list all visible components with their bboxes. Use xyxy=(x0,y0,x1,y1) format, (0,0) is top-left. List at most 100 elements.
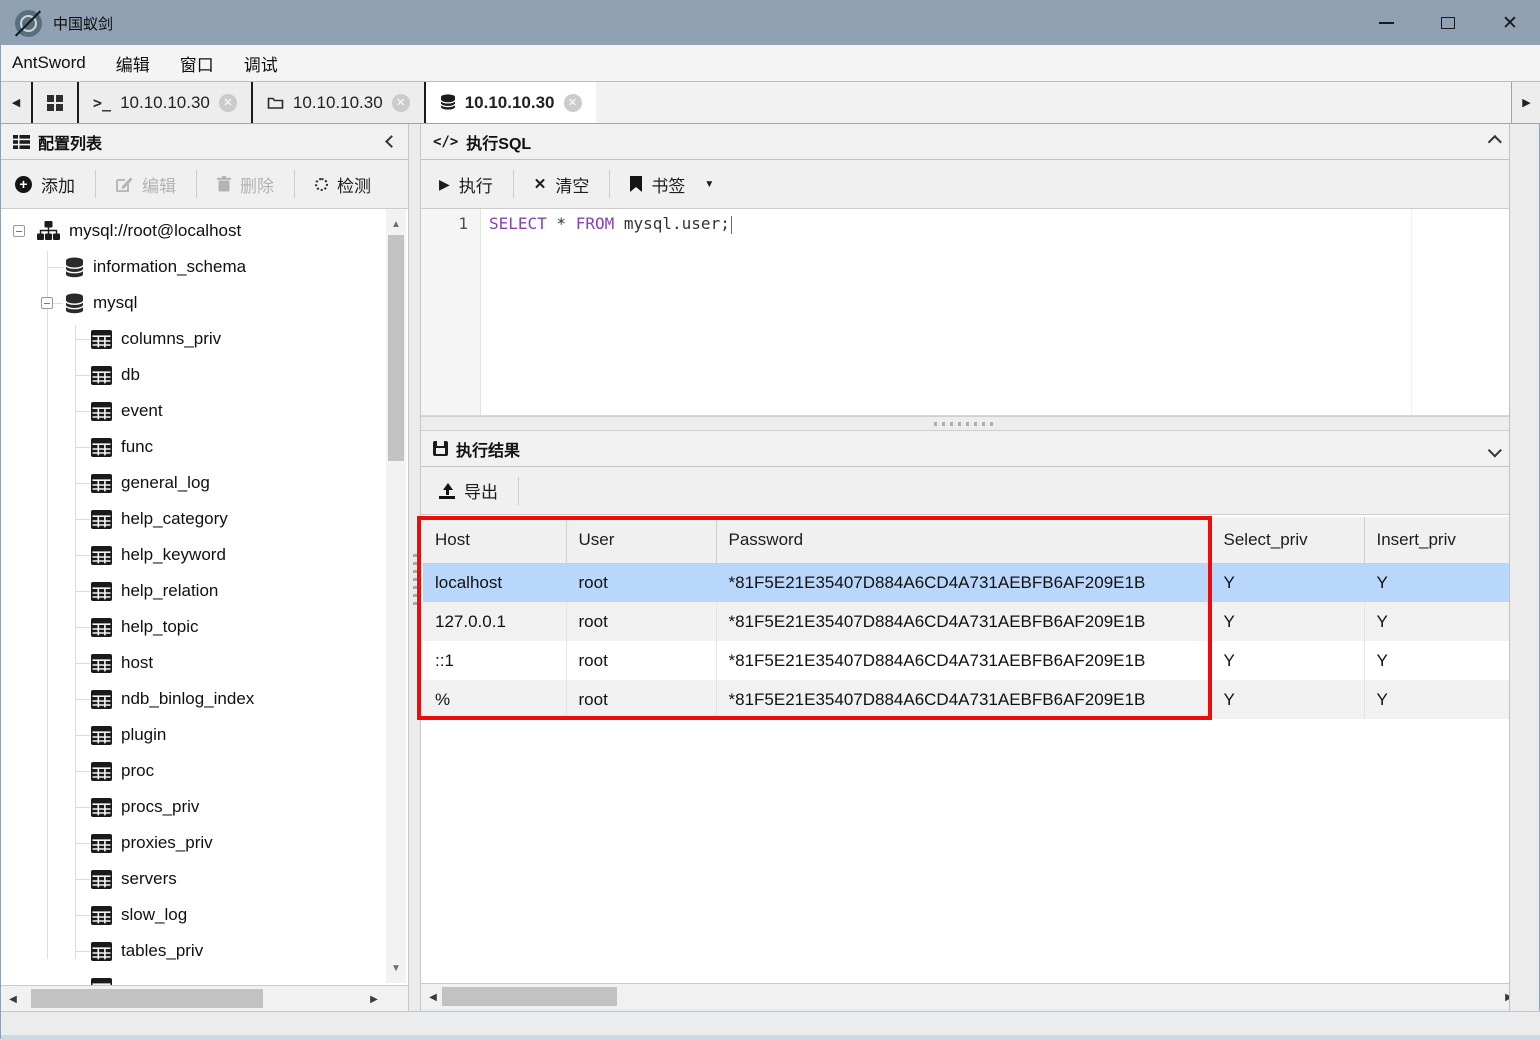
table-row[interactable]: ::1root*81F5E21E35407D884A6CD4A731AEBFB6… xyxy=(423,641,1509,680)
tree-item[interactable]: db xyxy=(1,357,408,393)
scrollbar-thumb[interactable] xyxy=(388,235,404,461)
tree-item[interactable]: ndb_binlog_index xyxy=(1,681,408,717)
tree-expander-icon[interactable] xyxy=(13,225,25,237)
test-button[interactable]: 检测 xyxy=(309,172,377,197)
cell[interactable]: Y xyxy=(1364,602,1509,641)
tree-connector xyxy=(47,267,63,268)
tree-item[interactable]: mysql xyxy=(1,285,408,321)
minimize-button[interactable] xyxy=(1355,1,1417,45)
tab-close-icon[interactable]: ✕ xyxy=(219,94,237,112)
column-header[interactable]: Insert_priv xyxy=(1364,517,1509,563)
editor-code-line[interactable]: SELECT * FROM mysql.user; xyxy=(481,209,1509,415)
menu-edit[interactable]: 编辑 xyxy=(101,45,165,81)
run-button[interactable]: ▶ 执行 xyxy=(433,172,499,197)
right-scrollbar-track[interactable] xyxy=(1509,124,1535,1011)
tree-vertical-scrollbar[interactable]: ▲ ▼ xyxy=(386,209,406,983)
tree-horizontal-scrollbar[interactable]: ◀ ▶ xyxy=(1,985,408,1011)
cell[interactable]: *81F5E21E35407D884A6CD4A731AEBFB6AF209E1… xyxy=(716,602,1211,641)
cell[interactable]: 127.0.0.1 xyxy=(423,602,566,641)
scroll-down-icon[interactable]: ▼ xyxy=(386,959,406,977)
cell[interactable]: ::1 xyxy=(423,641,566,680)
table-row[interactable]: 127.0.0.1root*81F5E21E35407D884A6CD4A731… xyxy=(423,602,1509,641)
tab-database[interactable]: 10.10.10.30 ✕ xyxy=(426,82,596,123)
scrollbar-thumb[interactable] xyxy=(31,989,263,1008)
scroll-up-icon[interactable]: ▲ xyxy=(386,215,406,233)
result-horizontal-scrollbar[interactable]: ◀ ▶ xyxy=(421,983,1533,1009)
column-header[interactable]: Select_priv xyxy=(1211,517,1364,563)
tree-item[interactable]: help_category xyxy=(1,501,408,537)
panel-splitter-vertical[interactable] xyxy=(409,124,421,1011)
cell[interactable]: root xyxy=(566,680,716,719)
tab-close-icon[interactable]: ✕ xyxy=(392,94,410,112)
cell[interactable]: root xyxy=(566,602,716,641)
delete-button[interactable]: 删除 xyxy=(211,172,280,197)
tree-item[interactable]: plugin xyxy=(1,717,408,753)
tab-scroll-right-button[interactable]: ▶ xyxy=(1511,82,1540,123)
cell[interactable]: Y xyxy=(1211,563,1364,602)
cell[interactable]: root xyxy=(566,641,716,680)
tree-item[interactable]: help_keyword xyxy=(1,537,408,573)
menu-window[interactable]: 窗口 xyxy=(165,45,229,81)
maximize-button[interactable] xyxy=(1417,1,1479,45)
bookmark-button[interactable]: 书签 ▼ xyxy=(624,172,720,197)
sql-editor[interactable]: 1 SELECT * FROM mysql.user; xyxy=(421,209,1509,416)
cell[interactable]: % xyxy=(423,680,566,719)
tree-item[interactable]: servers xyxy=(1,861,408,897)
tab-home[interactable] xyxy=(31,82,79,123)
tree-item[interactable]: func xyxy=(1,429,408,465)
menu-antsword[interactable]: AntSword xyxy=(1,45,101,81)
tree-expander-icon[interactable] xyxy=(41,297,53,309)
clear-button[interactable]: ✕ 清空 xyxy=(528,172,596,197)
scroll-left-icon[interactable]: ◀ xyxy=(3,986,23,1012)
tab-close-icon[interactable]: ✕ xyxy=(564,94,582,112)
cell[interactable]: Y xyxy=(1211,680,1364,719)
tree-item[interactable]: general_log xyxy=(1,465,408,501)
cell[interactable]: Y xyxy=(1364,680,1509,719)
collapse-down-icon[interactable] xyxy=(1488,443,1502,457)
collapse-up-icon[interactable] xyxy=(1488,134,1502,148)
panel-splitter-horizontal[interactable] xyxy=(421,416,1509,431)
cell[interactable]: Y xyxy=(1364,641,1509,680)
close-button[interactable]: ✕ xyxy=(1479,1,1540,45)
caret-down-icon[interactable]: ▼ xyxy=(704,179,714,190)
tree-item[interactable]: event xyxy=(1,393,408,429)
column-header[interactable]: User xyxy=(566,517,716,563)
tree-item[interactable]: tables_priv xyxy=(1,933,408,969)
tab-terminal[interactable]: >_ 10.10.10.30 ✕ xyxy=(79,82,253,123)
menu-debug[interactable]: 调试 xyxy=(229,45,293,81)
tree-item[interactable]: mysql://root@localhost xyxy=(1,213,408,249)
column-header[interactable]: Host xyxy=(423,517,566,563)
tree-item[interactable]: procs_priv xyxy=(1,789,408,825)
add-button[interactable]: + 添加 xyxy=(9,172,81,197)
tree-item[interactable] xyxy=(1,969,408,985)
tree-item[interactable]: help_relation xyxy=(1,573,408,609)
cell[interactable]: localhost xyxy=(423,563,566,602)
cell[interactable]: *81F5E21E35407D884A6CD4A731AEBFB6AF209E1… xyxy=(716,680,1211,719)
cell[interactable]: Y xyxy=(1211,602,1364,641)
cell[interactable]: Y xyxy=(1364,563,1509,602)
collapse-sidebar-icon[interactable] xyxy=(385,135,398,148)
table-row[interactable]: localhostroot*81F5E21E35407D884A6CD4A731… xyxy=(423,563,1509,602)
tab-scroll-left-button[interactable]: ◀ xyxy=(1,82,31,123)
scroll-left-icon[interactable]: ◀ xyxy=(423,984,443,1010)
edit-button[interactable]: 编辑 xyxy=(110,172,182,197)
cell[interactable]: Y xyxy=(1211,641,1364,680)
tree-item[interactable]: host xyxy=(1,645,408,681)
table-row[interactable]: %root*81F5E21E35407D884A6CD4A731AEBFB6AF… xyxy=(423,680,1509,719)
trash-icon xyxy=(217,176,231,192)
plus-circle-icon: + xyxy=(15,176,32,193)
scroll-right-icon[interactable]: ▶ xyxy=(364,986,384,1012)
tree-item[interactable]: information_schema xyxy=(1,249,408,285)
scrollbar-thumb[interactable] xyxy=(442,987,617,1006)
cell[interactable]: *81F5E21E35407D884A6CD4A731AEBFB6AF209E1… xyxy=(716,563,1211,602)
export-button[interactable]: 导出 xyxy=(433,478,504,503)
tab-files[interactable]: 10.10.10.30 ✕ xyxy=(253,82,426,123)
cell[interactable]: *81F5E21E35407D884A6CD4A731AEBFB6AF209E1… xyxy=(716,641,1211,680)
tree-item[interactable]: proxies_priv xyxy=(1,825,408,861)
tree-item[interactable]: proc xyxy=(1,753,408,789)
column-header[interactable]: Password xyxy=(716,517,1211,563)
tree-item[interactable]: help_topic xyxy=(1,609,408,645)
tree-item[interactable]: slow_log xyxy=(1,897,408,933)
cell[interactable]: root xyxy=(566,563,716,602)
tree-item[interactable]: columns_priv xyxy=(1,321,408,357)
